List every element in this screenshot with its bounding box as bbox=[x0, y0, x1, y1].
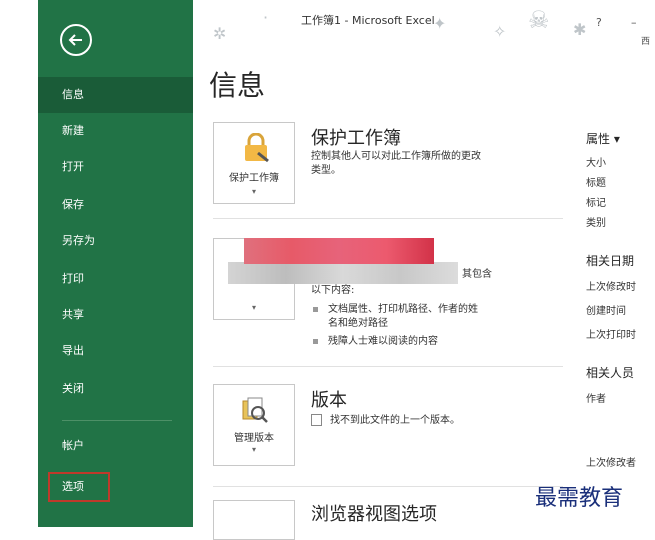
date-created: 创建时间 bbox=[586, 306, 626, 317]
account-name[interactable]: 西 bbox=[641, 34, 650, 47]
options-highlight-box bbox=[48, 472, 110, 502]
manage-versions-button[interactable]: 管理版本 ▾ bbox=[213, 384, 295, 466]
nav-print[interactable]: 打印 bbox=[38, 261, 193, 297]
protect-title: 保护工作簿 bbox=[311, 128, 401, 149]
doodle-icon: ✲ bbox=[213, 24, 227, 43]
redaction-grey bbox=[228, 262, 458, 284]
minimize-button[interactable]: – bbox=[631, 16, 637, 29]
people-last-modified-by: 上次修改者 bbox=[586, 458, 636, 469]
versions-desc: 找不到此文件的上一个版本。 bbox=[330, 415, 460, 426]
page-title: 信息 bbox=[209, 69, 266, 102]
skull-doodle-icon: ☠ bbox=[528, 6, 550, 34]
chevron-down-icon: ▾ bbox=[251, 445, 256, 454]
redaction-pink bbox=[244, 238, 434, 264]
versions-desc-row: 找不到此文件的上一个版本。 bbox=[311, 414, 460, 428]
nav-account[interactable]: 帐户 bbox=[38, 428, 193, 464]
nav-save-as[interactable]: 另存为 bbox=[38, 223, 193, 259]
watermark-text: 最需教育 bbox=[535, 486, 624, 511]
bullet-icon bbox=[313, 338, 318, 344]
protect-workbook-button[interactable]: 保护工作簿 ▾ bbox=[213, 122, 295, 204]
nav-export[interactable]: 导出 bbox=[38, 333, 193, 369]
browser-view-title: 浏览器视图选项 bbox=[311, 504, 437, 525]
inspect-bullet-1-cont: 名和绝对路径 bbox=[328, 318, 388, 329]
document-icon bbox=[311, 414, 322, 426]
protect-desc-2: 类型。 bbox=[311, 165, 341, 176]
doodle-icon: ✱ bbox=[573, 20, 587, 39]
protect-desc-1: 控制其他人可以对此工作簿所做的更改 bbox=[311, 151, 481, 162]
prop-size: 大小 bbox=[586, 158, 606, 169]
section-separator bbox=[213, 366, 563, 367]
doodle-icon: · bbox=[263, 8, 269, 27]
people-author: 作者 bbox=[586, 394, 606, 405]
back-button[interactable] bbox=[60, 24, 92, 56]
versions-icon bbox=[242, 397, 268, 423]
versions-button-label: 管理版本 bbox=[234, 433, 274, 444]
prop-title: 标题 bbox=[586, 178, 606, 189]
doodle-icon: ✦ bbox=[433, 14, 447, 33]
doodle-icon: ✧ bbox=[493, 22, 507, 41]
window-title: 工作簿1 - Microsoft Excel bbox=[301, 14, 435, 27]
bullet-icon bbox=[313, 306, 318, 312]
help-button[interactable]: ? bbox=[596, 16, 602, 29]
backstage-sidebar: 信息 新建 打开 保存 另存为 打印 共享 导出 关闭 帐户 选项 bbox=[38, 0, 193, 527]
inspect-desc-tail: 其包含 bbox=[462, 269, 492, 280]
nav-save[interactable]: 保存 bbox=[38, 187, 193, 223]
date-last-modified: 上次修改时 bbox=[586, 282, 636, 293]
nav-share[interactable]: 共享 bbox=[38, 297, 193, 333]
nav-divider bbox=[62, 420, 172, 421]
nav-close[interactable]: 关闭 bbox=[38, 371, 193, 407]
browser-view-button[interactable] bbox=[213, 500, 295, 540]
nav-open[interactable]: 打开 bbox=[38, 149, 193, 185]
people-heading: 相关人员 bbox=[586, 366, 635, 380]
nav-new[interactable]: 新建 bbox=[38, 113, 193, 149]
dates-heading: 相关日期 bbox=[586, 254, 635, 268]
back-arrow-icon bbox=[68, 34, 82, 46]
inspect-bullet-1-text: 文档属性、打印机路径、作者的姓 bbox=[328, 304, 478, 315]
title-bar: ✲ · ✦ ✧ ☠ ✱ 工作簿1 - Microsoft Excel ? – 西 bbox=[193, 0, 655, 58]
lock-icon bbox=[245, 133, 269, 163]
nav-info[interactable]: 信息 bbox=[38, 77, 193, 113]
date-last-printed: 上次打印时 bbox=[586, 330, 636, 341]
properties-heading[interactable]: 属性 ▾ bbox=[586, 130, 620, 147]
prop-category: 类别 bbox=[586, 218, 606, 229]
inspect-bullet-1: 文档属性、打印机路径、作者的姓 bbox=[313, 303, 478, 317]
chevron-down-icon: ▾ bbox=[251, 303, 256, 312]
prop-tags: 标记 bbox=[586, 198, 606, 209]
inspect-bullet-2: 残障人士难以阅读的内容 bbox=[313, 335, 438, 349]
versions-title: 版本 bbox=[311, 390, 347, 411]
section-separator bbox=[213, 218, 563, 219]
chevron-down-icon: ▾ bbox=[251, 187, 256, 196]
inspect-desc-2: 以下内容: bbox=[311, 285, 355, 296]
section-separator bbox=[213, 486, 563, 487]
inspect-bullet-2-text: 残障人士难以阅读的内容 bbox=[328, 336, 438, 347]
protect-button-label: 保护工作簿 bbox=[229, 173, 279, 184]
